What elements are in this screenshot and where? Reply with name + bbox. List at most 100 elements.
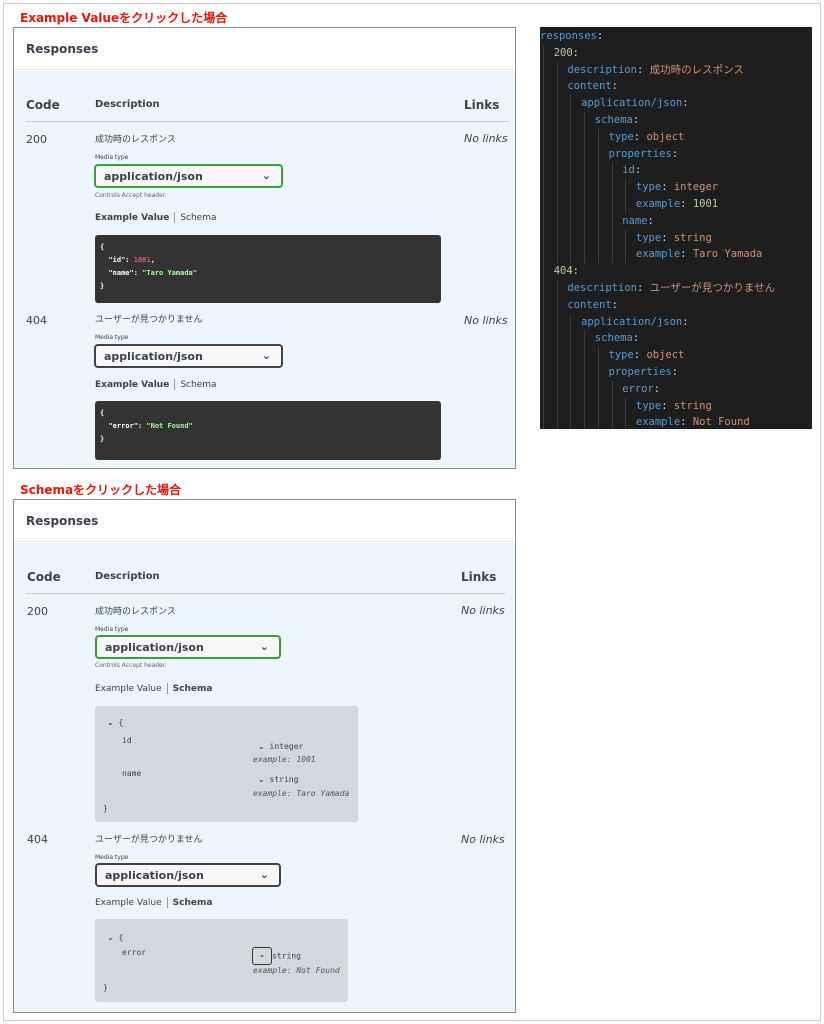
chevron-down-icon: ⌄ [261, 169, 271, 182]
indent-guide [584, 162, 586, 180]
indent-guide [597, 380, 599, 398]
yaml-line: schema: [540, 111, 812, 129]
indent-guide [584, 179, 586, 196]
indent-guide [556, 414, 558, 429]
tab-schema[interactable]: Schema [173, 684, 213, 694]
chevron-down-icon[interactable]: ⌄ [107, 933, 114, 942]
schema-open: { [118, 933, 124, 942]
indent-guide [570, 380, 572, 398]
indent-guide [570, 195, 572, 213]
indent-guide [556, 380, 558, 398]
indent-guide [556, 111, 558, 129]
indent-guide [625, 195, 627, 213]
media-type-select-404[interactable]: application/json ⌄ [94, 344, 283, 368]
indent-guide [543, 179, 544, 196]
indent-guide [584, 212, 586, 230]
chevron-down-icon[interactable]: ⌄ [258, 742, 265, 751]
response-code-200: 200 [27, 605, 48, 618]
indent-guide [556, 330, 558, 348]
response-code-404: 404 [27, 833, 48, 846]
yaml-key: example [635, 416, 681, 429]
yaml-key: type [635, 399, 662, 412]
indent-guide [556, 179, 558, 196]
media-type-label: Media type [95, 334, 129, 341]
chevron-down-icon[interactable]: ⌄ [258, 775, 265, 784]
yaml-value: integer [673, 181, 719, 194]
json-value-name: "Taro Yamada" [142, 269, 197, 277]
tab-example-value[interactable]: Example Value [95, 380, 169, 390]
yaml-line: description: ユーザーが見つかりません [540, 279, 812, 297]
tab-example-value[interactable]: Example Value [95, 898, 162, 908]
panel-title: Responses [14, 28, 515, 70]
media-type-select-404[interactable]: application/json ⌄ [95, 863, 281, 887]
col-code-header: Code [26, 98, 60, 112]
indent-guide [543, 313, 544, 331]
panel-title: Responses [14, 500, 515, 542]
tab-separator [166, 683, 168, 694]
indent-guide [570, 246, 572, 264]
yaml-key: responses [540, 30, 597, 42]
schema-close: } [103, 983, 108, 992]
tab-example-value[interactable]: Example Value [95, 213, 169, 223]
schema-box-404: ⌄ { error ⌄ string example: Not Found } [95, 919, 348, 1002]
indent-guide [625, 414, 627, 429]
yaml-value: object [646, 349, 685, 362]
schema-box-200: ⌄ { id ⌄ integer example: 1001 name ⌄ st… [95, 706, 358, 822]
tab-schema[interactable]: Schema [180, 213, 216, 223]
indent-guide [543, 263, 544, 280]
indent-guide [543, 111, 544, 129]
yaml-line: properties: [540, 363, 812, 381]
col-links-header: Links [461, 570, 497, 584]
tab-schema[interactable]: Schema [180, 380, 216, 390]
header-divider [26, 593, 505, 594]
response-code-404: 404 [26, 314, 47, 327]
yaml-line: type: object [540, 128, 812, 146]
yaml-key: error [622, 382, 654, 395]
indent-guide [556, 195, 558, 213]
indent-guide [597, 179, 599, 196]
json-open: { [100, 243, 105, 251]
indent-guide [556, 212, 558, 230]
indent-guide [556, 347, 558, 364]
indent-guide [611, 414, 613, 429]
example-section-title: Example Valueをクリックした場合 [20, 11, 228, 25]
example-schema-tabs-200: Example Value Schema [95, 683, 212, 694]
indent-guide [556, 279, 558, 297]
col-code-header: Code [27, 570, 61, 584]
yaml-value: string [673, 399, 712, 412]
chevron-down-icon[interactable]: ⌄ [107, 718, 114, 727]
chevron-down-icon: ⌄ [261, 349, 271, 362]
col-description-header: Description [95, 571, 160, 582]
indent-guide [570, 330, 572, 348]
yaml-line: description: 成功時のレスポンス [540, 61, 812, 79]
json-value-id: 1001 [133, 256, 151, 264]
media-type-select-200[interactable]: application/json ⌄ [94, 164, 283, 188]
indent-guide [556, 128, 558, 146]
indent-guide [625, 229, 627, 247]
yaml-key: schema [594, 113, 633, 126]
indent-guide [570, 128, 572, 146]
indent-guide [625, 397, 627, 415]
response-links-404: No links [464, 314, 508, 327]
chevron-down-icon[interactable]: ⌄ [252, 947, 272, 965]
response-links-404: No links [461, 833, 505, 846]
yaml-key: 200 [553, 46, 573, 59]
chevron-down-icon: ⌄ [259, 868, 269, 881]
tab-example-value[interactable]: Example Value [95, 684, 162, 694]
indent-guide [543, 212, 544, 230]
col-description-header: Description [95, 99, 160, 110]
tab-schema[interactable]: Schema [173, 898, 213, 908]
yaml-key: type [608, 349, 634, 362]
indent-guide [543, 145, 544, 163]
media-type-select-200[interactable]: application/json ⌄ [95, 635, 281, 659]
indent-guide [584, 246, 586, 264]
yaml-key: 404 [553, 265, 573, 278]
yaml-code-panel: responses: 200: description: 成功時のレスポンス cont… [540, 27, 812, 429]
indent-guide [611, 195, 613, 213]
indent-guide [611, 162, 613, 180]
panel-body: Code Description Links 200 成功時のレスポンス No … [14, 71, 515, 468]
json-key-error: "error" [108, 422, 138, 430]
indent-guide [597, 347, 599, 364]
indent-guide [597, 162, 599, 180]
indent-guide [556, 296, 558, 314]
